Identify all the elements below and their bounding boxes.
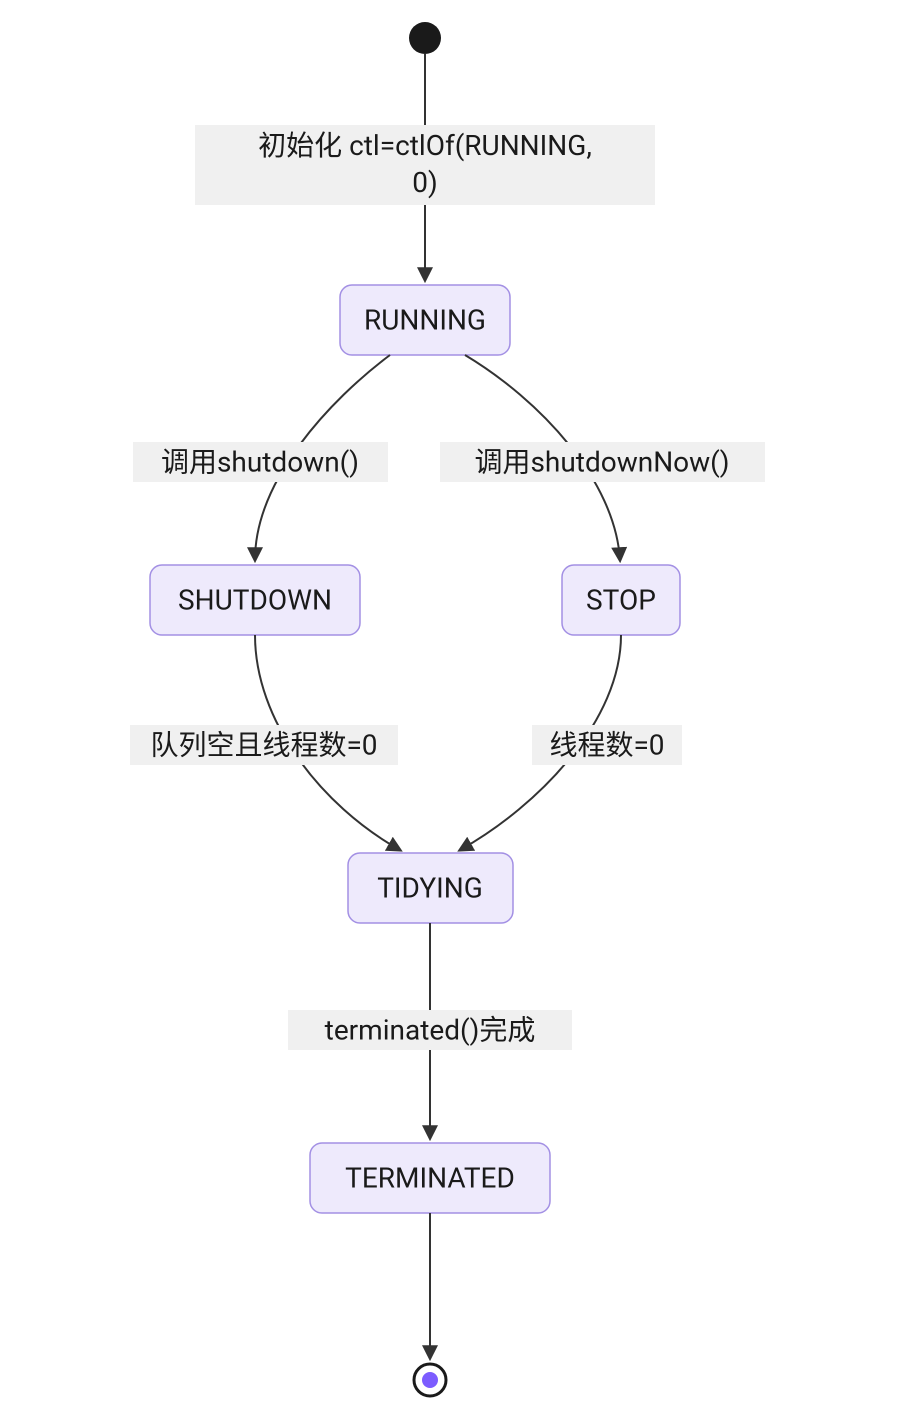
edge-label-shutdown-tidy: 队列空且线程数=0 [150, 728, 377, 761]
edge-label-stop-tidy: 线程数=0 [549, 728, 664, 761]
edge-label-tidy-term: terminated()完成 [325, 1013, 536, 1046]
state-diagram: 初始化 ctl=ctlOf(RUNNING, 0) RUNNING 调用shut… [0, 0, 914, 1426]
edge-label-init-line2: 0) [412, 166, 437, 199]
state-stop-label: STOP [586, 583, 656, 616]
edge-label-init-line1: 初始化 ctl=ctlOf(RUNNING, [258, 129, 592, 162]
start-node [409, 22, 441, 54]
state-terminated-label: TERMINATED [345, 1161, 515, 1194]
edge-label-stop: 调用shutdownNow() [474, 445, 729, 478]
state-shutdown-label: SHUTDOWN [178, 583, 332, 616]
state-tidying-label: TIDYING [377, 871, 483, 904]
end-node-inner [422, 1372, 438, 1388]
state-running-label: RUNNING [364, 303, 486, 336]
edge-label-shutdown: 调用shutdown() [161, 445, 359, 478]
